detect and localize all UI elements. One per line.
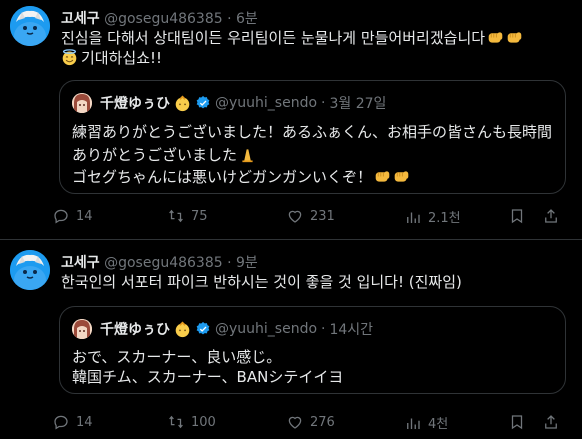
verified-badge-icon: [196, 96, 210, 109]
quoted-tweet[interactable]: 千燈ゆぅひ @yuuhi_sendo · 3월 27일 練習ありがとうございまし…: [59, 80, 566, 194]
author-handle[interactable]: @gosegu486385: [104, 11, 223, 27]
views-count: 4천: [428, 417, 449, 432]
tweet[interactable]: 고세구 @gosegu486385 · 9분 한국인의 서포터 파이크 반하시는…: [0, 241, 582, 439]
verified-badge-icon: [196, 322, 210, 335]
retweet-button[interactable]: 100: [167, 413, 216, 431]
quote-header: 千燈ゆぅひ @yuuhi_sendo · 3월 27일: [72, 93, 386, 113]
author-handle[interactable]: @gosegu486385: [104, 255, 223, 271]
girl-avatar-icon: [72, 93, 92, 113]
retweet-button[interactable]: 75: [167, 207, 208, 225]
views-bar-chart-icon: [407, 212, 420, 223]
quoted-tweet[interactable]: 千燈ゆぅひ @yuuhi_sendo · 14시간 おで、スカーナー、良い感じ。…: [59, 306, 566, 394]
quote-author-name: 千燈ゆぅひ: [100, 322, 170, 338]
praying-emoji: [175, 94, 190, 111]
quote-text: おで、スカーナー、良い感じ。 韓国チム、スカーナー、BANシテイイヨ: [72, 348, 344, 386]
heart-icon: [288, 210, 302, 223]
views-count: 2.1천: [428, 211, 461, 226]
quote-author-handle: @yuuhi_sendo: [215, 321, 318, 337]
views-button[interactable]: 2.1천: [404, 207, 461, 226]
punch-emoji: [507, 32, 522, 43]
tweet-time[interactable]: 6분: [236, 11, 258, 27]
retweet-count: 75: [191, 208, 208, 224]
views-button[interactable]: 4천: [404, 413, 448, 432]
retweet-count: 100: [191, 414, 216, 430]
tweet-header: 고세구 @gosegu486385 · 9분: [61, 255, 258, 271]
like-count: 231: [310, 208, 335, 224]
girl-avatar-icon: [72, 319, 92, 339]
punch-emoji: [375, 171, 390, 182]
author-name[interactable]: 고세구: [61, 255, 100, 271]
praying-emoji: [242, 148, 253, 162]
praying-emoji: [175, 320, 190, 337]
tweet-text: 진심을 다해서 상대팀이든 우리팀이든 눈물나게 만들어버리겠습니다 기대하십쇼…: [61, 28, 568, 68]
bookmark-icon: [511, 209, 523, 224]
tweet-text: 한국인의 서포터 파이크 반하시는 것이 좋을 것 입니다! (진짜임): [61, 273, 462, 291]
retweet-icon: [169, 209, 183, 223]
quote-time: 3월 27일: [329, 96, 387, 112]
quote-time: 14시간: [329, 322, 374, 338]
quote-text: 練習ありがとうございました！あるふぁくん、お相手の皆さんも長時間 ありがとうござ…: [72, 123, 553, 186]
punch-emoji: [394, 171, 409, 182]
quote-author-handle: @yuuhi_sendo: [215, 95, 318, 111]
cat-avatar-icon[interactable]: [10, 6, 50, 46]
reply-count: 14: [76, 208, 93, 224]
reply-count: 14: [76, 414, 93, 430]
like-button[interactable]: 276: [286, 413, 335, 431]
tweet-time[interactable]: 9분: [236, 255, 258, 271]
retweet-icon: [169, 415, 183, 429]
halo-smile-emoji: [62, 49, 77, 66]
reply-button[interactable]: 14: [52, 413, 93, 431]
share-button[interactable]: [542, 207, 560, 225]
heart-icon: [288, 416, 302, 429]
reply-icon: [54, 209, 68, 224]
bookmark-icon: [511, 415, 523, 430]
tweet-header: 고세구 @gosegu486385 · 6분: [61, 11, 258, 27]
views-bar-chart-icon: [407, 418, 420, 429]
reply-icon: [54, 415, 68, 430]
bookmark-button[interactable]: [508, 413, 526, 431]
bookmark-button[interactable]: [508, 207, 526, 225]
share-icon: [545, 415, 557, 429]
like-count: 276: [310, 414, 335, 430]
cat-avatar-icon[interactable]: [10, 250, 50, 290]
quote-author-name: 千燈ゆぅひ: [100, 96, 170, 112]
tweet[interactable]: 고세구 @gosegu486385 · 6분 진심을 다해서 상대팀이든 우리팀…: [0, 0, 582, 240]
tweet-actions: 14 100 276 4천: [52, 413, 568, 433]
punch-emoji: [488, 32, 503, 43]
author-name[interactable]: 고세구: [61, 11, 100, 27]
reply-button[interactable]: 14: [52, 207, 93, 225]
share-icon: [545, 209, 557, 223]
tweet-actions: 14 75 231 2.1천: [52, 207, 568, 227]
like-button[interactable]: 231: [286, 207, 335, 225]
quote-header: 千燈ゆぅひ @yuuhi_sendo · 14시간: [72, 319, 373, 339]
share-button[interactable]: [542, 413, 560, 431]
